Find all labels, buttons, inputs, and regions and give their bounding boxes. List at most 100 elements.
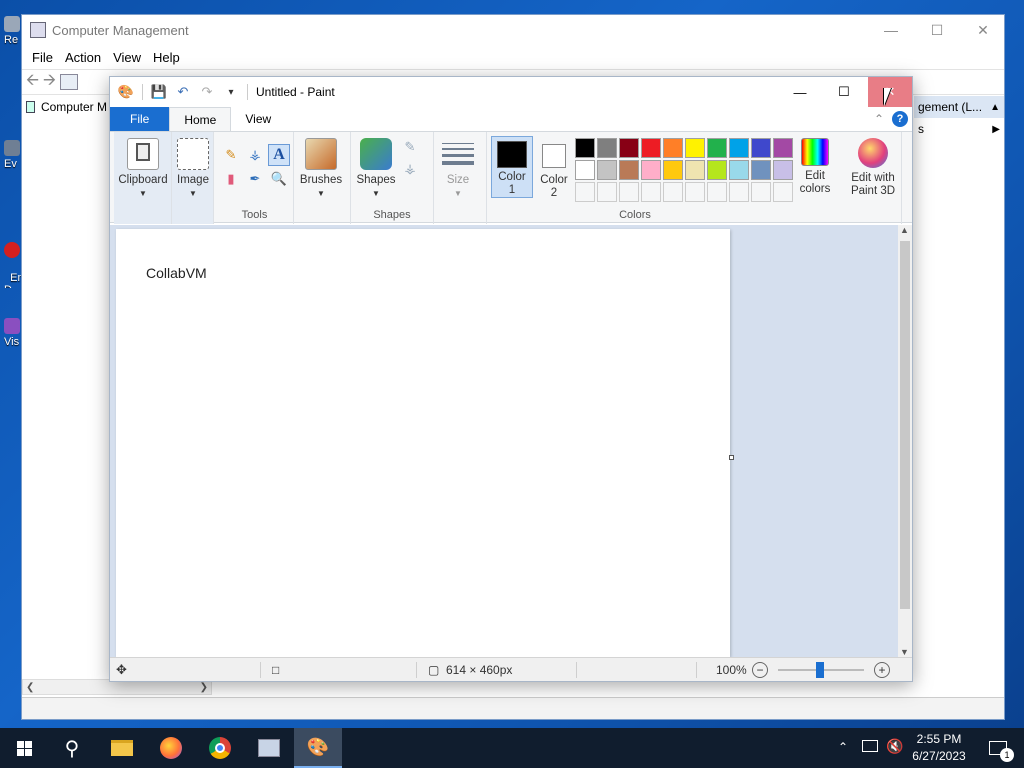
palette-swatch[interactable]	[685, 138, 705, 158]
clock[interactable]: 2:55 PM 6/27/2023	[904, 731, 974, 765]
palette-swatch[interactable]	[575, 138, 595, 158]
palette-swatch[interactable]	[641, 182, 661, 202]
palette-swatch[interactable]	[751, 182, 771, 202]
start-button[interactable]	[0, 728, 48, 768]
palette-swatch[interactable]	[597, 160, 617, 180]
zoom-slider-thumb[interactable]	[816, 662, 824, 678]
palette-swatch[interactable]	[663, 138, 683, 158]
cm-menu-action[interactable]: Action	[59, 50, 107, 65]
vertical-scrollbar[interactable]: ▲ ▼	[898, 225, 912, 657]
notification-center-button[interactable]: 1	[978, 728, 1018, 768]
color-picker-icon[interactable]: ✒	[246, 170, 264, 188]
image-button[interactable]: Image ▼	[174, 138, 212, 200]
palette-swatch[interactable]	[619, 160, 639, 180]
desktop-icon-recycle[interactable]: Re	[4, 16, 22, 46]
palette-swatch[interactable]	[707, 138, 727, 158]
firefox-taskbar[interactable]	[147, 728, 195, 768]
cm-menu-view[interactable]: View	[107, 50, 147, 65]
palette-swatch[interactable]	[619, 182, 639, 202]
palette-swatch[interactable]	[597, 138, 617, 158]
chrome-taskbar[interactable]	[196, 728, 244, 768]
show-hidden-icons[interactable]: ⌃	[838, 740, 848, 754]
back-arrow-icon[interactable]: 🡨	[26, 69, 39, 96]
paint-app-icon[interactable]: 🎨	[118, 84, 134, 100]
palette-swatch[interactable]	[729, 138, 749, 158]
palette-swatch[interactable]	[751, 138, 771, 158]
scroll-up-icon[interactable]: ▲	[900, 225, 909, 235]
console-tree-icon[interactable]	[60, 74, 78, 90]
tab-file[interactable]: File	[110, 107, 170, 131]
forward-arrow-icon[interactable]: 🡪	[43, 69, 56, 96]
zoom-slider[interactable]	[778, 662, 864, 678]
cm-actions-item[interactable]: s ▶	[914, 118, 1004, 140]
palette-swatch[interactable]	[641, 160, 661, 180]
cm-tree-root[interactable]: Computer M	[22, 96, 111, 118]
redo-icon[interactable]: ↷	[199, 84, 215, 100]
shapes-button[interactable]: Shapes ▼	[355, 138, 397, 200]
palette-swatch[interactable]	[729, 182, 749, 202]
undo-icon[interactable]: ↶	[175, 84, 191, 100]
palette-swatch[interactable]	[685, 160, 705, 180]
edit-colors-button[interactable]: Edit colors	[797, 138, 833, 196]
palette-swatch[interactable]	[685, 182, 705, 202]
scrollbar-thumb[interactable]	[900, 241, 910, 609]
zoom-out-icon[interactable]: −	[752, 661, 768, 678]
fill-bucket-icon[interactable]: ⚶	[246, 146, 264, 164]
palette-swatch[interactable]	[663, 182, 683, 202]
outline-icon[interactable]: ✎	[401, 138, 419, 156]
scroll-left-icon[interactable]: ❮	[26, 682, 34, 693]
canvas-resize-handle[interactable]	[729, 455, 734, 460]
size-button[interactable]: Size ▼	[438, 138, 478, 200]
edit-with-paint3d-button[interactable]: Edit with Paint 3D	[846, 138, 900, 198]
text-tool-icon[interactable]: A	[268, 144, 290, 166]
cm-actions-header[interactable]: gement (L... ▲	[914, 96, 1004, 118]
cm-minimize-button[interactable]: —	[868, 15, 914, 45]
palette-swatch[interactable]	[773, 160, 793, 180]
paint-taskbar[interactable]: 🎨	[294, 728, 342, 768]
network-icon[interactable]	[862, 740, 878, 752]
desktop-icon-4[interactable]: Vis	[4, 318, 22, 348]
tab-home[interactable]: Home	[169, 107, 232, 131]
collapse-up-icon[interactable]: ▲	[990, 102, 1004, 113]
fill-icon[interactable]: ⚶	[401, 160, 419, 178]
collapse-ribbon-icon[interactable]: ⌃	[874, 112, 884, 126]
pencil-icon[interactable]: ✎	[222, 146, 240, 164]
clipboard-button[interactable]: Clipboard ▼	[118, 138, 168, 200]
tab-view[interactable]: View	[231, 107, 285, 131]
file-explorer-taskbar[interactable]	[98, 728, 146, 768]
palette-swatch[interactable]	[575, 182, 595, 202]
palette-swatch[interactable]	[663, 160, 683, 180]
cm-maximize-button[interactable]: ☐	[914, 15, 960, 45]
palette-swatch[interactable]	[597, 182, 617, 202]
color1-button[interactable]: Color 1	[491, 136, 533, 198]
palette-swatch[interactable]	[773, 182, 793, 202]
paint-maximize-button[interactable]: ☐	[822, 77, 866, 107]
help-icon[interactable]: ?	[892, 111, 908, 127]
cm-close-button[interactable]: ✕	[960, 15, 1006, 45]
zoom-in-icon[interactable]: +	[874, 661, 890, 678]
save-icon[interactable]: 💾	[151, 84, 167, 100]
customize-dropdown-icon[interactable]: ▾	[223, 84, 239, 100]
scroll-right-icon[interactable]: ❯	[200, 682, 208, 693]
palette-swatch[interactable]	[729, 160, 749, 180]
eraser-icon[interactable]: ▮	[222, 170, 240, 188]
palette-swatch[interactable]	[641, 138, 661, 158]
palette-swatch[interactable]	[773, 138, 793, 158]
scroll-down-icon[interactable]: ▼	[900, 647, 909, 657]
desktop-icon-3[interactable]: Em D	[4, 218, 22, 288]
palette-swatch[interactable]	[751, 160, 771, 180]
cm-menu-help[interactable]: Help	[147, 50, 186, 65]
search-button[interactable]: ⚲	[48, 728, 96, 768]
desktop-icon-2[interactable]: Ev	[4, 140, 22, 170]
cm-menu-file[interactable]: File	[26, 50, 59, 65]
computer-management-taskbar[interactable]	[245, 728, 293, 768]
color2-button[interactable]: Color 2	[537, 140, 571, 200]
volume-muted-icon[interactable]: 🔇	[886, 738, 903, 755]
palette-swatch[interactable]	[619, 138, 639, 158]
brushes-button[interactable]: Brushes ▼	[298, 138, 344, 200]
palette-swatch[interactable]	[707, 182, 727, 202]
drawing-canvas[interactable]: CollabVM	[116, 229, 730, 657]
palette-swatch[interactable]	[575, 160, 595, 180]
magnifier-icon[interactable]: 🔍	[270, 170, 288, 188]
paint-minimize-button[interactable]: —	[778, 77, 822, 107]
